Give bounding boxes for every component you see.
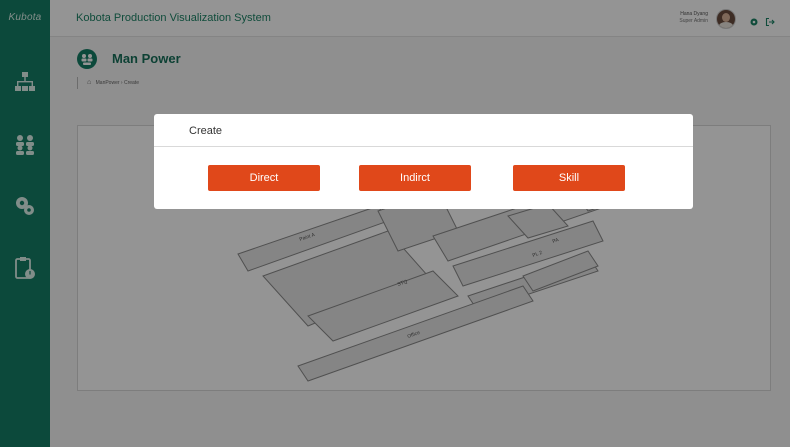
dialog-title: Create: [189, 125, 223, 137]
dialog-divider: [154, 146, 693, 147]
modal-overlay[interactable]: [0, 0, 790, 447]
indirect-button[interactable]: Indirct: [359, 165, 471, 191]
skill-button[interactable]: Skill: [513, 165, 625, 191]
direct-button[interactable]: Direct: [208, 165, 320, 191]
create-dialog: Create Direct Indirct Skill: [154, 114, 693, 209]
